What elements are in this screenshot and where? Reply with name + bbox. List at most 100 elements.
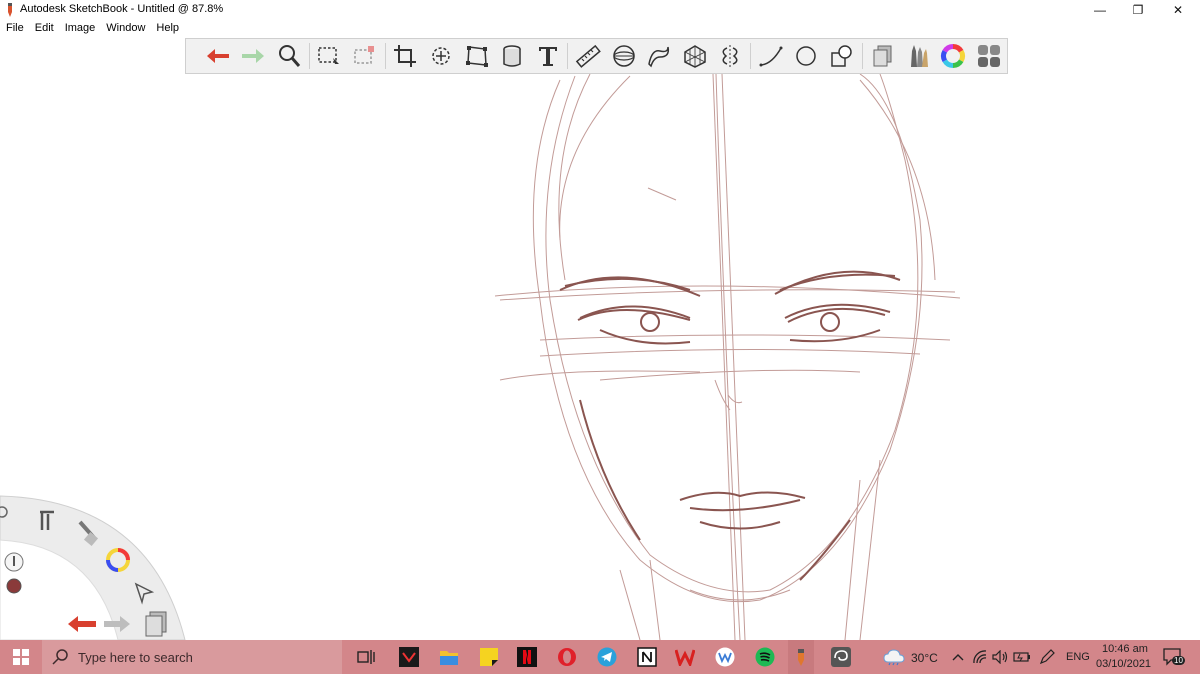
shape-icon (831, 45, 852, 67)
menu-window[interactable]: Window (100, 20, 150, 38)
ellipse-guide-button[interactable] (606, 39, 642, 73)
line-icon (759, 46, 783, 67)
undo-icon (206, 49, 229, 63)
weather-button[interactable] (882, 640, 906, 674)
sketchbook-app-icon (8, 3, 12, 17)
taskbar-spotify[interactable] (752, 640, 778, 674)
search-icon (52, 649, 68, 665)
restore-button[interactable]: ❐ (1118, 0, 1158, 20)
taskbar-sketchbook[interactable] (788, 640, 814, 674)
tray-pen[interactable] (1038, 640, 1056, 674)
battery-icon (1013, 652, 1030, 662)
brushes-button[interactable] (900, 39, 936, 73)
menu-edit[interactable]: Edit (29, 20, 59, 38)
zoom-button[interactable] (271, 39, 307, 73)
ruler-button[interactable] (570, 39, 606, 73)
copic-library-button[interactable] (971, 39, 1007, 73)
notion-icon (637, 647, 657, 667)
netflix-icon (517, 647, 537, 667)
french-curve-icon (648, 46, 670, 68)
french-curve-button[interactable] (641, 39, 677, 73)
minimize-button[interactable]: — (1080, 0, 1120, 20)
swirl-app-icon (831, 647, 851, 667)
close-button[interactable]: ✕ (1158, 0, 1198, 20)
redo-icon (242, 49, 265, 63)
window-title: Autodesk SketchBook - Untitled @ 87.8% (20, 3, 224, 15)
taskbar-wps-office[interactable] (672, 640, 698, 674)
fill-button[interactable] (494, 39, 530, 73)
start-button[interactable] (0, 640, 42, 674)
title-bar: Autodesk SketchBook - Untitled @ 87.8% —… (0, 0, 1200, 20)
taskbar-notion[interactable] (634, 640, 660, 674)
search-placeholder: Type here to search (78, 649, 193, 665)
language-indicator[interactable]: ENG (1066, 651, 1090, 663)
circle-button[interactable] (789, 39, 825, 73)
crop-icon (394, 45, 417, 67)
task-view-button[interactable] (352, 640, 380, 674)
tray-show-hidden-button[interactable] (950, 640, 966, 674)
taskbar-app-1[interactable] (396, 640, 422, 674)
chevron-up-icon (952, 654, 964, 661)
select-button[interactable] (312, 39, 348, 73)
brush-size-icon[interactable] (4, 552, 24, 572)
spotify-icon (755, 647, 775, 667)
transform-icon (432, 47, 450, 65)
menu-file[interactable]: File (0, 20, 29, 38)
taskbar-netflix[interactable] (514, 640, 540, 674)
line-button[interactable] (753, 39, 789, 73)
undo-button[interactable] (200, 39, 236, 73)
windows-icon (13, 649, 29, 665)
notification-center-button[interactable]: 10 (1160, 640, 1186, 674)
folder-icon (440, 651, 458, 665)
transform-button[interactable] (423, 39, 459, 73)
clock-time[interactable]: 10:46 am (1102, 643, 1148, 655)
crop-button[interactable] (388, 39, 424, 73)
close-icon: ✕ (1172, 3, 1184, 17)
toolbar (185, 38, 1008, 74)
clock-date[interactable]: 03/10/2021 (1096, 658, 1151, 670)
perspective-icon (683, 45, 706, 68)
copic-library-icon (978, 45, 1001, 67)
fill-icon (503, 45, 521, 67)
speaker-icon (992, 650, 1008, 664)
weather-cloud-icon (883, 649, 905, 666)
shape-button[interactable] (824, 39, 860, 73)
layers-icon[interactable] (145, 611, 167, 637)
circle-icon (796, 46, 817, 66)
menu-image[interactable]: Image (59, 20, 101, 38)
sticky-notes-icon (480, 648, 498, 666)
distort-icon (465, 46, 488, 67)
tray-network[interactable] (972, 640, 988, 674)
notification-count-badge: 10 (1172, 656, 1185, 665)
taskbar-file-explorer[interactable] (436, 640, 462, 674)
color-wheel-button[interactable] (936, 39, 972, 73)
lasso-select-icon (354, 46, 374, 64)
color-puck-icon[interactable] (6, 578, 22, 594)
ruler-icon (575, 44, 601, 68)
taskbar-wiki-app[interactable] (712, 640, 738, 674)
text-icon (538, 47, 557, 66)
select-icon (318, 47, 340, 64)
lasso-select-button[interactable] (347, 39, 383, 73)
taskbar-telegram[interactable] (594, 640, 620, 674)
taskbar: Type here to search 30°C ENG 10:46 am 03… (0, 640, 1200, 674)
taskbar-sticky-notes[interactable] (476, 640, 502, 674)
distort-button[interactable] (459, 39, 495, 73)
search-box[interactable]: Type here to search (42, 640, 342, 674)
redo-button[interactable] (236, 39, 272, 73)
menu-help[interactable]: Help (150, 20, 184, 38)
perspective-button[interactable] (677, 39, 713, 73)
text-button[interactable] (530, 39, 566, 73)
taskbar-opera[interactable] (554, 640, 580, 674)
menu-bar: File Edit Image Window Help (0, 20, 184, 38)
tray-battery[interactable] (1013, 640, 1031, 674)
taskbar-app-swirl[interactable] (828, 640, 854, 674)
symmetry-button[interactable] (713, 39, 749, 73)
sketch-app-icon (399, 647, 419, 667)
zoom-icon (278, 45, 300, 67)
layers-button[interactable] (865, 39, 901, 73)
brushes-icon (910, 45, 928, 67)
wifi-icon (973, 650, 987, 664)
restore-icon: ❐ (1132, 3, 1144, 17)
tray-volume[interactable] (992, 640, 1010, 674)
